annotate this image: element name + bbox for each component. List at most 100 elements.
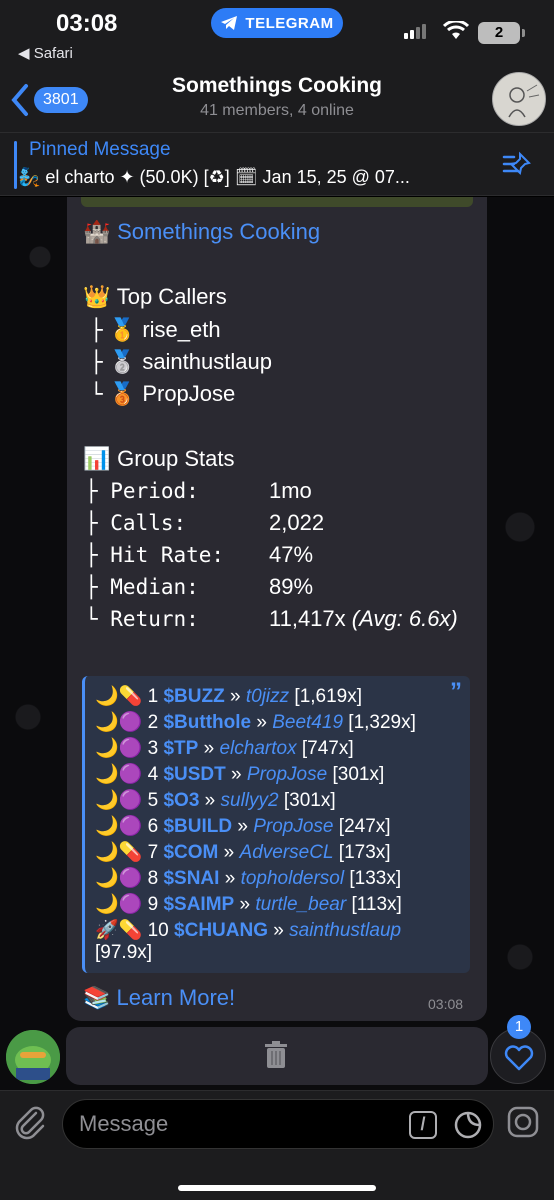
service-message-bar[interactable] bbox=[66, 1027, 488, 1085]
status-bar: 03:08 ◀ Safari TELEGRAM 2 bbox=[0, 0, 554, 66]
learn-more-line: 📚 Learn More! bbox=[83, 985, 235, 1011]
return-value: 11,417x bbox=[269, 606, 346, 631]
pill-label: TELEGRAM bbox=[245, 14, 334, 32]
call-rank: 4 bbox=[147, 764, 159, 785]
back-to-safari-link[interactable]: ◀ Safari bbox=[18, 44, 73, 62]
caller-username-link[interactable]: sullyy2 bbox=[221, 790, 279, 811]
caller-row: ├ 🥇 rise_eth bbox=[90, 317, 221, 343]
telegram-status-pill[interactable]: TELEGRAM bbox=[211, 8, 343, 38]
sticker-icon[interactable] bbox=[453, 1110, 483, 1140]
call-ticker-link[interactable]: $SAIMP bbox=[163, 894, 234, 915]
heart-icon bbox=[504, 1045, 534, 1071]
call-ticker-link[interactable]: $TP bbox=[163, 738, 198, 759]
message-input[interactable] bbox=[79, 1100, 379, 1148]
stat-key: ├ Calls: bbox=[85, 511, 187, 535]
group-stats-heading: 📊 Group Stats bbox=[83, 446, 235, 472]
pinned-text: 🧞 el charto ✦ (50.0K) [♻] 🗓 Jan 15, 25 @… bbox=[18, 167, 410, 187]
call-ticker-link[interactable]: $BUZZ bbox=[163, 686, 224, 707]
camera-icon[interactable] bbox=[506, 1105, 540, 1139]
call-separator: » bbox=[231, 764, 242, 785]
call-multiplier: [133x] bbox=[349, 868, 402, 889]
chat-subtitle: 41 members, 4 online bbox=[200, 102, 354, 119]
call-multiplier: [1,329x] bbox=[348, 712, 416, 733]
caller-username-link[interactable]: topholdersol bbox=[241, 868, 345, 889]
call-separator: » bbox=[203, 738, 215, 759]
pinned-label: Pinned Message bbox=[29, 139, 171, 160]
call-status-icons: 🌙🟣 bbox=[95, 894, 143, 915]
caller-username-link[interactable]: t0jizz bbox=[246, 686, 289, 707]
call-row: 🌙🟣 9 $SAIMP » turtle_bear [113x] bbox=[95, 892, 402, 918]
call-row: 🌙💊 1 $BUZZ » t0jizz [1,619x] bbox=[95, 684, 362, 710]
call-rank: 10 bbox=[147, 920, 169, 941]
stat-value: 11,417x (Avg: 6.6x) bbox=[269, 606, 458, 632]
pin-list-icon[interactable] bbox=[502, 151, 532, 177]
previous-media-strip bbox=[81, 197, 473, 207]
tree-branch: └ bbox=[90, 382, 103, 406]
learn-more-link[interactable]: Learn More! bbox=[117, 985, 236, 1010]
call-multiplier: [1,619x] bbox=[294, 686, 363, 707]
wifi-icon bbox=[443, 21, 469, 39]
stat-row: ├ Calls: 2,022 bbox=[85, 510, 324, 540]
chat-title[interactable]: Somethings Cooking bbox=[0, 74, 554, 98]
caller-username-link[interactable]: elchartox bbox=[219, 738, 296, 759]
call-separator: » bbox=[229, 686, 241, 707]
crown-icon: 👑 bbox=[83, 284, 111, 309]
trash-icon[interactable] bbox=[262, 1040, 290, 1070]
group-avatar[interactable] bbox=[492, 72, 546, 126]
average-value: (Avg: 6.6x) bbox=[351, 606, 458, 631]
call-separator: » bbox=[223, 842, 235, 863]
pinned-indicator bbox=[14, 141, 17, 189]
battery-indicator: 2 bbox=[478, 22, 525, 44]
stat-key: ├ Median: bbox=[85, 575, 199, 599]
call-ticker-link[interactable]: $COM bbox=[163, 842, 218, 863]
sender-avatar[interactable] bbox=[6, 1030, 60, 1084]
stat-row: ├ Period: 1mo bbox=[85, 478, 312, 508]
books-icon: 📚 bbox=[83, 985, 111, 1010]
home-indicator bbox=[178, 1185, 376, 1191]
call-ticker-link[interactable]: $CHUANG bbox=[174, 920, 268, 941]
call-ticker-link[interactable]: $USDT bbox=[163, 764, 225, 785]
stat-value: 47% bbox=[269, 542, 314, 567]
caller-username-link[interactable]: AdverseCL bbox=[240, 842, 334, 863]
call-separator: » bbox=[256, 712, 267, 733]
call-separator: » bbox=[237, 816, 248, 837]
caller-username-link[interactable]: PropJose bbox=[253, 816, 333, 837]
reaction-count-badge: 1 bbox=[507, 1015, 531, 1039]
group-title-link[interactable]: Somethings Cooking bbox=[117, 219, 320, 244]
stat-value: 89% bbox=[269, 574, 314, 599]
call-row: 🌙🟣 8 $SNAI » topholdersol [133x] bbox=[95, 866, 401, 892]
call-multiplier: [173x] bbox=[338, 842, 391, 863]
caller-username-link[interactable]: PropJose bbox=[247, 764, 327, 785]
group-stats-title: Group Stats bbox=[117, 446, 235, 471]
stats-list: ├ Period: 1mo ├ Calls: 2,022 ├ Hit Rate:… bbox=[67, 478, 487, 638]
caller-username-link[interactable]: turtle_bear bbox=[255, 894, 346, 915]
caller-name: sainthustlaup bbox=[142, 349, 272, 374]
caller-row: └ 🥉 PropJose bbox=[90, 381, 235, 407]
bot-commands-button[interactable]: / bbox=[409, 1111, 437, 1139]
message-field[interactable]: / bbox=[62, 1099, 494, 1149]
castle-icon: 🏰 bbox=[83, 219, 111, 244]
call-rank: 3 bbox=[147, 738, 159, 759]
call-row: 🌙🟣 5 $O3 » sullyy2 [301x] bbox=[95, 788, 336, 814]
stat-value: 1mo bbox=[269, 478, 312, 503]
caller-row: ├ 🥈 sainthustlaup bbox=[90, 349, 272, 375]
message-input-bar: / bbox=[0, 1090, 554, 1200]
call-separator: » bbox=[239, 894, 251, 915]
call-multiplier: [301x] bbox=[332, 764, 385, 785]
call-row: 🌙🟣 2 $Butthole » Beet419 [1,329x] bbox=[95, 710, 416, 736]
call-ticker-link[interactable]: $BUILD bbox=[163, 816, 232, 837]
call-rank: 8 bbox=[147, 868, 159, 889]
call-rank: 5 bbox=[147, 790, 159, 811]
caller-username-link[interactable]: Beet419 bbox=[272, 712, 343, 733]
call-separator: » bbox=[204, 790, 216, 811]
attachment-icon[interactable] bbox=[12, 1103, 48, 1143]
call-ticker-link[interactable]: $Butthole bbox=[163, 712, 251, 733]
call-status-icons: 🌙🟣 bbox=[95, 790, 143, 811]
pinned-message-bar[interactable]: Pinned Message 🧞 el charto ✦ (50.0K) [♻]… bbox=[0, 132, 554, 196]
call-rank: 1 bbox=[147, 686, 159, 707]
call-ticker-link[interactable]: $SNAI bbox=[163, 868, 219, 889]
call-ticker-link[interactable]: $O3 bbox=[163, 790, 199, 811]
reactions-button[interactable]: 1 bbox=[490, 1015, 546, 1084]
call-rank: 6 bbox=[147, 816, 159, 837]
caller-username-link[interactable]: sainthustlaup bbox=[289, 920, 401, 941]
